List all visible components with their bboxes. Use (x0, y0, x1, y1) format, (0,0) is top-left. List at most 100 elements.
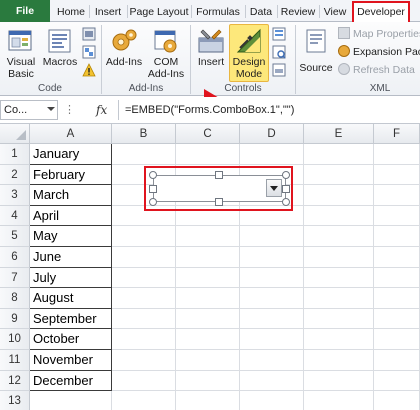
cell-e9[interactable] (304, 308, 374, 330)
map-properties-button[interactable]: Map Properties (338, 26, 420, 43)
cell-e8[interactable] (304, 288, 374, 309)
tab-home[interactable]: Home (54, 3, 88, 21)
cell-a1[interactable]: January (30, 144, 112, 165)
column-header-a[interactable]: A (30, 124, 112, 144)
cell-a10[interactable]: October (30, 329, 112, 350)
resize-handle-top-right[interactable] (282, 171, 290, 179)
cell-f1[interactable] (374, 144, 420, 165)
select-all-button[interactable] (0, 124, 30, 144)
column-header-b[interactable]: B (112, 124, 176, 144)
cell-c5[interactable] (176, 226, 240, 247)
chevron-down-icon[interactable] (47, 107, 55, 111)
resize-handle-top[interactable] (215, 171, 223, 179)
cell-d10[interactable] (240, 329, 304, 350)
cell-c8[interactable] (176, 288, 240, 309)
cell-f3[interactable] (374, 185, 420, 206)
row-header-12[interactable]: 12 (0, 370, 30, 392)
cell-b9[interactable] (112, 308, 176, 330)
cell-d5[interactable] (240, 226, 304, 247)
resize-handle-bottom[interactable] (215, 198, 223, 206)
tab-review[interactable]: Review (278, 3, 318, 21)
cell-a13[interactable] (30, 391, 112, 410)
cell-c6[interactable] (176, 247, 240, 268)
row-header-9[interactable]: 9 (0, 308, 30, 330)
view-code-icon[interactable] (272, 45, 286, 59)
cell-a11[interactable]: November (30, 350, 112, 371)
cell-b5[interactable] (112, 226, 176, 247)
resize-handle-bottom-left[interactable] (149, 198, 157, 206)
record-macro-icon[interactable] (82, 27, 96, 41)
tab-view[interactable]: View (320, 3, 350, 21)
source-button[interactable]: Source (297, 26, 335, 74)
cell-d9[interactable] (240, 308, 304, 330)
cell-f2[interactable] (374, 164, 420, 186)
cell-f12[interactable] (374, 370, 420, 392)
cell-e4[interactable] (304, 205, 374, 227)
cell-b12[interactable] (112, 370, 176, 392)
cell-a6[interactable]: June (30, 247, 112, 268)
cell-f13[interactable] (374, 391, 420, 410)
row-header-6[interactable]: 6 (0, 247, 30, 268)
cell-a7[interactable]: July (30, 267, 112, 289)
cell-a4[interactable]: April (30, 205, 112, 227)
cell-b6[interactable] (112, 247, 176, 268)
cell-a12[interactable]: December (30, 370, 112, 392)
row-header-4[interactable]: 4 (0, 205, 30, 227)
cell-f10[interactable] (374, 329, 420, 350)
cell-d7[interactable] (240, 267, 304, 289)
tab-insert[interactable]: Insert (90, 3, 126, 21)
column-header-f[interactable]: F (374, 124, 420, 144)
design-mode-button[interactable]: Design Mode (229, 26, 269, 80)
insert-control-button[interactable]: Insert (194, 26, 228, 68)
cell-e12[interactable] (304, 370, 374, 392)
cell-d1[interactable] (240, 144, 304, 165)
cell-c13[interactable] (176, 391, 240, 410)
cell-b11[interactable] (112, 350, 176, 371)
cell-e7[interactable] (304, 267, 374, 289)
refresh-data-button[interactable]: Refresh Data (338, 62, 415, 79)
row-header-10[interactable]: 10 (0, 329, 30, 350)
cell-e6[interactable] (304, 247, 374, 268)
cell-d12[interactable] (240, 370, 304, 392)
expansion-packs-button[interactable]: Expansion Pac (338, 44, 420, 61)
visual-basic-button[interactable]: Visual Basic (3, 26, 39, 80)
macro-security-warning-icon[interactable] (82, 63, 96, 77)
tab-page-layout[interactable]: Page Layout (128, 3, 190, 21)
insert-function-button[interactable]: fx (96, 103, 107, 117)
add-ins-button[interactable]: Add-Ins (104, 26, 144, 68)
tab-formulas[interactable]: Formulas (192, 3, 244, 21)
row-header-1[interactable]: 1 (0, 144, 30, 165)
cell-f8[interactable] (374, 288, 420, 309)
row-header-8[interactable]: 8 (0, 288, 30, 309)
cell-d8[interactable] (240, 288, 304, 309)
cell-b10[interactable] (112, 329, 176, 350)
cell-d11[interactable] (240, 350, 304, 371)
cell-a3[interactable]: March (30, 185, 112, 206)
cell-e10[interactable] (304, 329, 374, 350)
cell-c11[interactable] (176, 350, 240, 371)
row-header-5[interactable]: 5 (0, 226, 30, 247)
resize-handle-right[interactable] (282, 185, 290, 193)
cell-b1[interactable] (112, 144, 176, 165)
cell-f11[interactable] (374, 350, 420, 371)
cell-a2[interactable]: February (30, 164, 112, 186)
row-header-11[interactable]: 11 (0, 350, 30, 371)
column-header-c[interactable]: C (176, 124, 240, 144)
com-add-ins-button[interactable]: COM Add-Ins (146, 26, 186, 80)
cell-c1[interactable] (176, 144, 240, 165)
relative-references-icon[interactable] (82, 45, 96, 59)
cell-f7[interactable] (374, 267, 420, 289)
run-dialog-icon[interactable] (272, 63, 286, 77)
cell-f4[interactable] (374, 205, 420, 227)
row-header-3[interactable]: 3 (0, 185, 30, 206)
cell-b8[interactable] (112, 288, 176, 309)
row-header-13[interactable]: 13 (0, 391, 30, 410)
cell-d6[interactable] (240, 247, 304, 268)
cell-c9[interactable] (176, 308, 240, 330)
cell-e13[interactable] (304, 391, 374, 410)
cell-b13[interactable] (112, 391, 176, 410)
cell-d13[interactable] (240, 391, 304, 410)
cell-a8[interactable]: August (30, 288, 112, 309)
properties-icon[interactable] (272, 27, 286, 41)
cell-b7[interactable] (112, 267, 176, 289)
